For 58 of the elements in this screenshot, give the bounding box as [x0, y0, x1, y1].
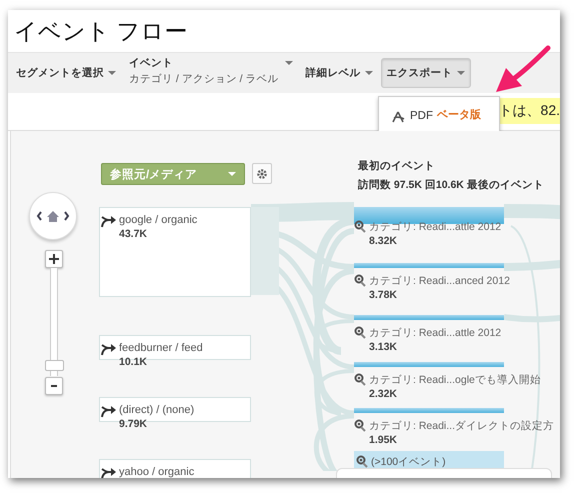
zoom-out-button[interactable] — [45, 377, 63, 395]
more-events-node[interactable]: (>100イベント) — [354, 451, 504, 468]
source-name: google / organic — [119, 214, 198, 226]
branch-arrow-icon — [101, 213, 117, 229]
event-count: 1.95K — [369, 434, 398, 446]
pan-left-button[interactable] — [36, 211, 43, 221]
event-icon — [354, 220, 366, 233]
menu-sublabel: カテゴリ / アクション / ラベル — [129, 72, 279, 86]
caret-icon — [364, 71, 373, 75]
source-count: 10.1K — [119, 356, 148, 368]
menu-label: イベント — [129, 56, 173, 70]
source-node-box[interactable] — [99, 207, 251, 297]
event-count: 3.78K — [369, 289, 398, 301]
event-icon — [354, 274, 366, 287]
column-summary: 訪問数 97.5K 回10.6K 最後のイベント — [358, 178, 544, 192]
caret-icon — [284, 61, 293, 65]
chevron-left-icon — [36, 211, 43, 221]
dimension-menu[interactable]: イベント カテゴリ / アクション / ラベル — [124, 56, 298, 90]
source-name: (direct) / (none) — [119, 404, 194, 416]
event-name: (>100イベント) — [371, 455, 446, 469]
event-icon — [354, 326, 366, 339]
event-name: カテゴリ: Readi...ダイレクトの設定方 — [369, 419, 554, 433]
column-heading: 最初のイベント — [358, 159, 436, 173]
event-count: 3.13K — [369, 341, 398, 353]
chevron-right-icon — [63, 211, 70, 221]
toolbar-menu-button[interactable]: 詳細レベル — [300, 58, 379, 88]
source-count: 9.79K — [119, 418, 148, 430]
caret-icon — [228, 172, 236, 176]
event-icon — [354, 373, 366, 386]
event-name: カテゴリ: Readi...attle 2012 — [369, 326, 502, 340]
zoom-in-button[interactable] — [45, 250, 63, 268]
event-icon — [356, 455, 368, 468]
event-name: カテゴリ: Readi...ogleでも導入開始 — [369, 373, 541, 387]
settings-icon — [256, 168, 268, 180]
caret-icon — [456, 71, 465, 75]
caret-icon — [108, 71, 116, 75]
toolbar-menu-button[interactable]: エクスポート — [380, 58, 471, 88]
source-name: feedburner / feed — [119, 342, 203, 354]
page-title: イベント フロー — [14, 16, 188, 46]
slider-thumb[interactable] — [45, 360, 64, 372]
event-count: 2.32K — [369, 388, 398, 400]
beta-label: ベータ版 — [437, 108, 481, 122]
event-count: 8.32K — [369, 235, 398, 247]
event-name: カテゴリ: Readi...anced 2012 — [369, 274, 510, 288]
menu-item-label: PDF — [410, 110, 433, 122]
source-name: yahoo / organic — [119, 466, 194, 478]
settings-button[interactable] — [252, 163, 272, 184]
plus-icon — [49, 254, 59, 264]
toolbar-menu-button[interactable]: セグメントを選択 — [10, 58, 122, 88]
branch-arrow-icon — [101, 403, 117, 419]
source-count: 43.7K — [119, 228, 148, 240]
branch-arrow-icon — [101, 341, 117, 357]
branch-arrow-icon — [101, 465, 117, 478]
home-icon — [46, 210, 60, 222]
pointer-arrow — [496, 46, 550, 92]
pan-right-button[interactable] — [63, 211, 70, 221]
event-icon — [354, 419, 366, 432]
event-name: カテゴリ: Readi...attle 2012 — [369, 220, 502, 234]
